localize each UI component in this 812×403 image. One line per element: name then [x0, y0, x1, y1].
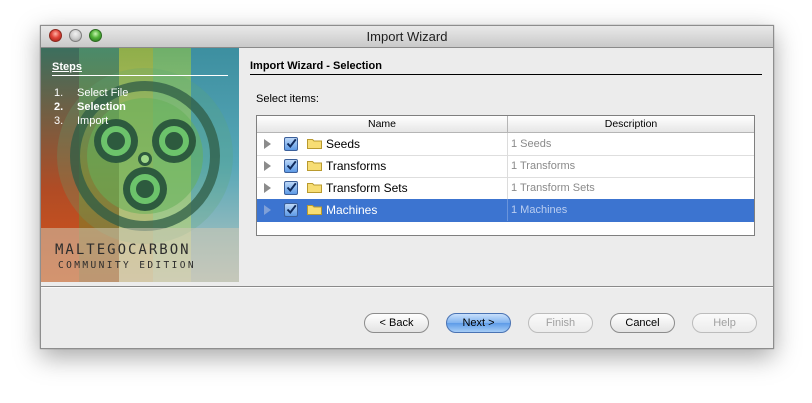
expand-arrow-icon[interactable]: [264, 139, 271, 149]
steps-sidebar: Steps 1. Select File 2. Selection 3. Import…: [41, 48, 239, 282]
expand-arrow-icon[interactable]: [264, 205, 271, 215]
folder-icon: [307, 161, 322, 171]
steps-heading: Steps: [52, 61, 82, 73]
import-wizard-window: Import Wizard Steps 1. Select File 2. Se…: [40, 25, 774, 349]
item-checkbox[interactable]: [284, 203, 298, 217]
finish-button[interactable]: Finish: [528, 313, 593, 333]
steps-divider: [52, 75, 228, 76]
item-checkbox[interactable]: [284, 181, 298, 195]
step-select-file: 1. Select File: [54, 87, 129, 99]
table-row[interactable]: Seeds 1 Seeds: [257, 133, 754, 156]
item-name: Transform Sets: [326, 181, 408, 195]
step-selection: 2. Selection: [54, 101, 126, 113]
logo-edition: COMMUNITY EDITION: [58, 260, 197, 271]
next-button[interactable]: Next >: [446, 313, 511, 333]
item-description: 1 Seeds: [511, 138, 552, 150]
expand-arrow-icon[interactable]: [264, 183, 271, 193]
item-description: 1 Transform Sets: [511, 182, 595, 194]
expand-arrow-icon[interactable]: [264, 161, 271, 171]
column-header-description[interactable]: Description: [508, 118, 754, 130]
item-name: Seeds: [326, 137, 361, 151]
items-table[interactable]: Name Description Seeds 1 Seeds Transform…: [256, 115, 755, 236]
step-import: 3. Import: [54, 115, 109, 127]
item-name: Transforms: [326, 159, 387, 173]
title-bar[interactable]: Import Wizard: [41, 26, 773, 48]
select-items-label: Select items:: [256, 93, 319, 105]
logo-wordmark: MALTEGOCARBON: [55, 242, 191, 258]
cancel-button[interactable]: Cancel: [610, 313, 675, 333]
item-checkbox[interactable]: [284, 137, 298, 151]
help-button[interactable]: Help: [692, 313, 757, 333]
table-row-selected[interactable]: Machines 1 Machines: [257, 199, 754, 222]
title-divider: [250, 74, 762, 75]
item-description: 1 Transforms: [511, 160, 576, 172]
item-description: 1 Machines: [511, 204, 568, 216]
item-checkbox[interactable]: [284, 159, 298, 173]
page-title: Import Wizard - Selection: [250, 60, 382, 72]
item-name: Machines: [326, 203, 378, 217]
table-row[interactable]: Transform Sets 1 Transform Sets: [257, 177, 754, 200]
column-header-name[interactable]: Name: [257, 118, 507, 130]
folder-icon: [307, 139, 322, 149]
folder-icon: [307, 183, 322, 193]
window-title: Import Wizard: [366, 29, 448, 44]
back-button[interactable]: < Back: [364, 313, 429, 333]
folder-icon: [307, 205, 322, 215]
table-row[interactable]: Transforms 1 Transforms: [257, 155, 754, 178]
table-header: Name Description: [257, 116, 754, 133]
